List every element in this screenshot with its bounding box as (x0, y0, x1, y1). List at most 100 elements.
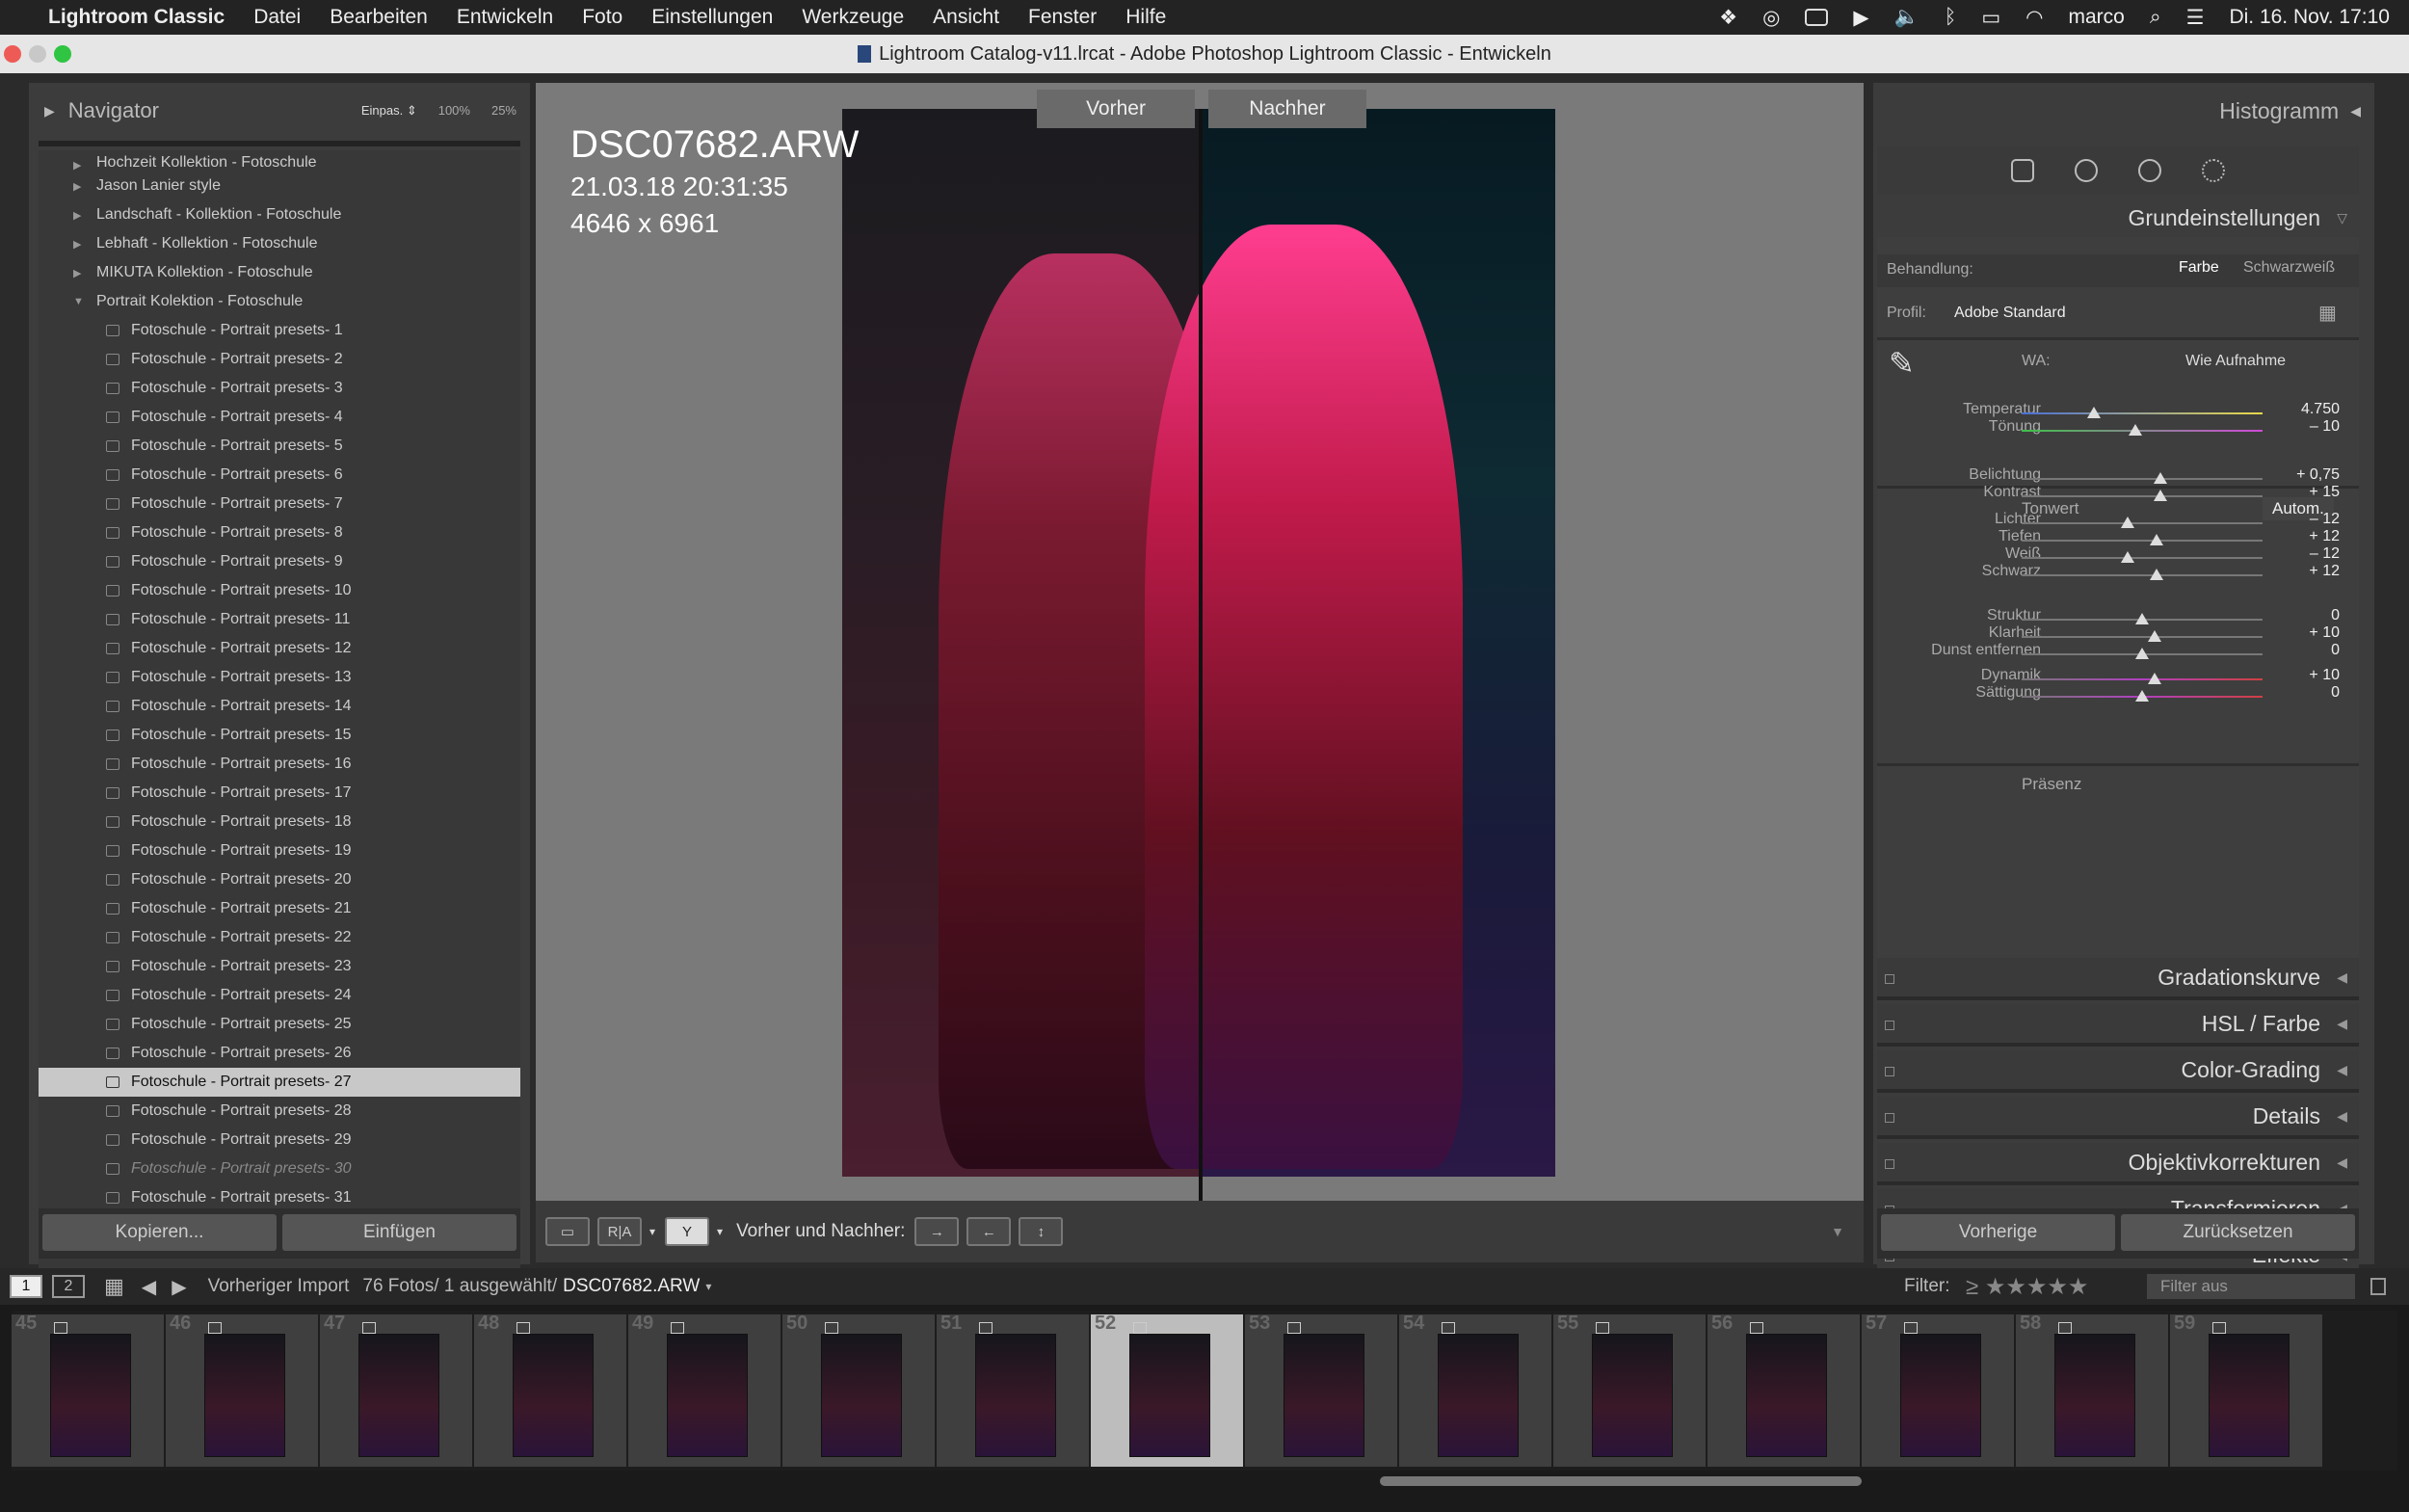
reset-button[interactable]: Zurücksetzen (2121, 1214, 2355, 1251)
preset-item[interactable]: Fotoschule - Portrait presets- 14 (39, 692, 520, 721)
slider-value[interactable]: 4.750 (2272, 401, 2340, 418)
toolbar-options-icon[interactable]: ▼ (1831, 1224, 1844, 1239)
healing-brush-icon[interactable] (2075, 159, 2098, 182)
previous-settings-button[interactable]: Vorherige (1881, 1214, 2115, 1251)
volume-icon[interactable]: 🔈 (1894, 6, 1919, 29)
slider-thumb[interactable] (2153, 490, 2167, 501)
zoom-100[interactable]: 100% (438, 103, 470, 119)
preset-item[interactable]: Fotoschule - Portrait presets- 21 (39, 894, 520, 923)
secondary-window-button[interactable]: 2 (52, 1275, 85, 1298)
preset-item[interactable]: Fotoschule - Portrait presets- 28 (39, 1097, 520, 1126)
back-arrow-icon[interactable]: ◀ (142, 1275, 156, 1299)
copy-settings-button[interactable]: Kopieren... (42, 1214, 277, 1251)
collapsed-triangle-icon[interactable]: ▶ (73, 159, 81, 172)
view-dropdown-icon[interactable]: ▾ (649, 1225, 655, 1238)
swap-before-after-icon[interactable]: ↕ (1019, 1217, 1064, 1246)
filmstrip-thumbnail[interactable]: 57 (1862, 1313, 2014, 1467)
navigator-preview[interactable] (39, 141, 520, 146)
preset-item[interactable]: Fotoschule - Portrait presets- 12 (39, 634, 520, 663)
collapsed-triangle-icon[interactable]: ▶ (73, 209, 81, 222)
slider-track[interactable] (2022, 534, 2263, 545)
zoom-fit[interactable]: Einpas. ⇕ (361, 103, 417, 119)
panel-section-header[interactable]: Color-Grading ◀ (1877, 1050, 2359, 1093)
slider-thumb[interactable] (2135, 613, 2149, 624)
crop-icon[interactable] (2011, 159, 2034, 182)
slider-thumb[interactable] (2135, 690, 2149, 702)
filmstrip-thumbnail[interactable]: 50 (782, 1313, 935, 1467)
user-name[interactable]: marco (2069, 6, 2125, 29)
preset-item[interactable]: Fotoschule - Portrait presets- 7 (39, 490, 520, 518)
battery-icon[interactable]: ▭ (1981, 6, 2000, 30)
preset-item[interactable]: Fotoschule - Portrait presets- 29 (39, 1126, 520, 1154)
expanded-triangle-icon[interactable]: ▼ (73, 296, 84, 307)
section-expand-icon[interactable]: ◀ (2337, 1062, 2347, 1078)
menu-bearbeiten[interactable]: Bearbeiten (330, 6, 428, 29)
collapse-triangle-icon[interactable]: ◀ (2350, 103, 2361, 119)
play-icon[interactable]: ▶ (1853, 6, 1868, 30)
red-eye-icon[interactable] (2138, 159, 2161, 182)
creative-cloud-icon[interactable]: ◎ (1762, 6, 1780, 30)
slider-thumb[interactable] (2147, 673, 2161, 684)
section-enable-switch[interactable] (1885, 1159, 1894, 1169)
slider-thumb[interactable] (2147, 630, 2161, 642)
slider-thumb[interactable] (2121, 517, 2134, 528)
slider-value[interactable]: 0 (2272, 607, 2340, 624)
treatment-bw-option[interactable]: Schwarzweiß (2243, 259, 2335, 277)
preset-item[interactable]: Fotoschule - Portrait presets- 18 (39, 808, 520, 836)
filmstrip-thumbnail[interactable]: 52 (1091, 1313, 1243, 1467)
section-toggle-icon[interactable]: ▽ (2337, 210, 2347, 226)
preset-item[interactable]: Fotoschule - Portrait presets- 23 (39, 952, 520, 981)
slider-track[interactable] (2022, 517, 2263, 528)
section-expand-icon[interactable]: ◀ (2337, 969, 2347, 986)
section-expand-icon[interactable]: ◀ (2337, 1016, 2347, 1032)
menu-werkzeuge[interactable]: Werkzeuge (802, 6, 904, 29)
slider-value[interactable]: – 12 (2272, 511, 2340, 528)
menu-app-name[interactable]: Lightroom Classic (48, 6, 225, 29)
preset-item[interactable]: Fotoschule - Portrait presets- 13 (39, 663, 520, 692)
filmstrip-thumbnail[interactable]: 47 (320, 1313, 472, 1467)
treatment-color-option[interactable]: Farbe (2179, 259, 2219, 277)
preset-item[interactable]: Fotoschule - Portrait presets- 1 (39, 316, 520, 345)
wifi-icon[interactable]: ◠ (2025, 6, 2043, 30)
split-dropdown-icon[interactable]: ▾ (717, 1225, 723, 1238)
preset-item[interactable]: Fotoschule - Portrait presets- 6 (39, 461, 520, 490)
slider-track[interactable] (2022, 569, 2263, 580)
menu-entwickeln[interactable]: Entwickeln (457, 6, 553, 29)
preset-item[interactable]: Fotoschule - Portrait presets- 8 (39, 518, 520, 547)
preset-folder[interactable]: ▶ MIKUTA Kollektion - Fotoschule (39, 258, 520, 287)
slider-track[interactable] (2022, 490, 2263, 501)
slider-thumb[interactable] (2150, 534, 2163, 545)
navigator-header[interactable]: ▶ Navigator Einpas. ⇕ 100% 25% (29, 83, 530, 139)
close-window-button[interactable] (4, 45, 21, 63)
grid-view-icon[interactable]: ▦ (104, 1274, 124, 1299)
histogram-header[interactable]: Histogramm ◀ (1873, 83, 2374, 139)
slider-thumb[interactable] (2121, 551, 2134, 563)
slider-value[interactable]: 0 (2272, 642, 2340, 659)
slider-value[interactable]: – 10 (2272, 418, 2340, 436)
screen-mirroring-icon[interactable] (1805, 9, 1829, 26)
preset-item[interactable]: Fotoschule - Portrait presets- 2 (39, 345, 520, 374)
filter-lock-icon[interactable] (2370, 1278, 2386, 1295)
filmstrip-thumbnail[interactable]: 53 (1245, 1313, 1397, 1467)
filmstrip-thumbnail[interactable]: 45 (12, 1313, 164, 1467)
slider-thumb[interactable] (2153, 472, 2167, 484)
preset-item[interactable]: Fotoschule - Portrait presets- 3 (39, 374, 520, 403)
filmstrip-thumbnail[interactable]: 55 (1553, 1313, 1706, 1467)
preset-item[interactable]: Fotoschule - Portrait presets- 17 (39, 779, 520, 808)
preset-folder[interactable]: ▼ Portrait Kolektion - Fotoschule (39, 287, 520, 316)
filmstrip-scrollbar[interactable] (1380, 1476, 1862, 1486)
slider-thumb[interactable] (2150, 569, 2163, 580)
filmstrip-thumbnail[interactable]: 59 (2170, 1313, 2322, 1467)
panel-section-header[interactable]: HSL / Farbe ◀ (1877, 1004, 2359, 1047)
preset-item[interactable]: Fotoschule - Portrait presets- 15 (39, 721, 520, 750)
slider-value[interactable]: – 12 (2272, 545, 2340, 563)
wb-select[interactable]: Wie Aufnahme (2185, 353, 2286, 370)
profile-browser-icon[interactable]: ▦ (2318, 301, 2337, 325)
filmstrip-thumbnail[interactable]: 58 (2016, 1313, 2168, 1467)
slider-value[interactable]: + 10 (2272, 624, 2340, 642)
slider-track[interactable] (2022, 424, 2263, 436)
menu-foto[interactable]: Foto (582, 6, 622, 29)
slider-value[interactable]: + 12 (2272, 528, 2340, 545)
filmstrip-thumbnail[interactable]: 56 (1707, 1313, 1860, 1467)
slider-track[interactable] (2022, 690, 2263, 702)
